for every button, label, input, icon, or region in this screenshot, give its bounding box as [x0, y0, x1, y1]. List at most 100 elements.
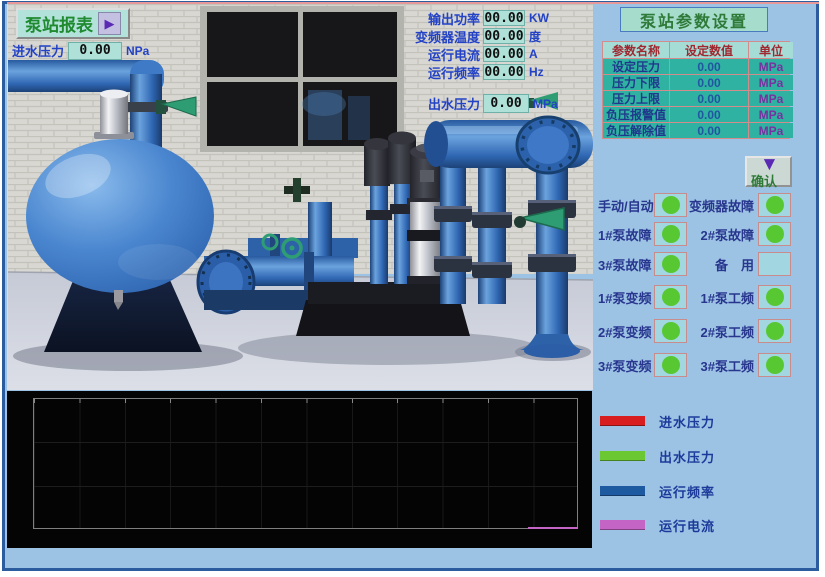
- param-value-negative-pressure-release[interactable]: 0.00: [670, 123, 748, 138]
- status-label-pump2-fault: 2#泵故障: [687, 225, 758, 244]
- status-indicator-pump3-vfd: [654, 353, 687, 377]
- status-label-vfd-fault: 变频器故障: [687, 196, 758, 215]
- status-label-pump1-mains: 1#泵工频: [687, 288, 758, 307]
- vfd-temperature-unit: 度: [529, 28, 541, 45]
- x-axis-ticks: [34, 399, 577, 403]
- telemetry-block: 输出功率 00.00 KW 变频器温度 00.00 度 运行电流 00.00 A…: [372, 9, 549, 81]
- status-indicator-pump2-vfd: [654, 319, 687, 343]
- status-lamp: [662, 196, 680, 214]
- param-name: 设定压力: [603, 59, 669, 74]
- running-frequency-label: 运行频率: [372, 63, 480, 82]
- param-value-pressure-high-limit[interactable]: 0.00: [670, 91, 748, 106]
- legend-swatch-outlet-pressure: [600, 451, 645, 461]
- confirm-button-label: 确认: [751, 171, 777, 190]
- status-label-pump1-vfd: 1#泵变频: [598, 288, 654, 307]
- column-header: 参数名称: [603, 42, 669, 58]
- column-header: 设定数值: [670, 42, 748, 58]
- status-indicator-pump2-fault: [758, 222, 791, 246]
- confirm-button[interactable]: ▼ 确认: [745, 156, 792, 187]
- inlet-pressure-readout: 进水压力 0.00 NPa: [12, 41, 149, 60]
- status-indicator-pump1-vfd: [654, 285, 687, 309]
- legend-label: 运行频率: [659, 482, 715, 501]
- param-value-negative-pressure-alarm[interactable]: 0.00: [670, 107, 748, 122]
- telemetry-row: 运行电流 00.00 A: [372, 45, 549, 63]
- legend-label: 进水压力: [659, 412, 715, 431]
- legend-item: 运行电流: [600, 518, 715, 532]
- output-power-value: 00.00: [483, 10, 525, 26]
- running-current-unit: A: [529, 47, 538, 61]
- outlet-pressure-unit: MPa: [533, 97, 558, 111]
- vfd-temperature-label: 变频器温度: [372, 27, 480, 46]
- telemetry-row: 变频器温度 00.00 度: [372, 27, 549, 45]
- inlet-pressure-label: 进水压力: [12, 41, 64, 60]
- play-icon[interactable]: ▶: [98, 12, 121, 35]
- status-lamp: [766, 322, 784, 340]
- status-lamp: [766, 225, 784, 243]
- status-indicator-pump3-mains: [758, 353, 791, 377]
- param-name: 压力上限: [603, 91, 669, 106]
- report-button[interactable]: 泵站报表 ▶: [16, 8, 130, 39]
- output-power-unit: KW: [529, 11, 549, 25]
- status-indicator-manual-auto: [654, 193, 687, 217]
- status-indicator-vfd-fault: [758, 193, 791, 217]
- status-indicator-pump1-fault: [654, 222, 687, 246]
- legend-label: 运行电流: [659, 516, 715, 535]
- gridline: [34, 442, 577, 443]
- legend-item: 进水压力: [600, 414, 715, 428]
- status-label-spare: 备 用: [687, 255, 758, 274]
- running-current-trace: [528, 527, 578, 529]
- outlet-pressure-value: 0.00: [483, 94, 529, 113]
- status-label-pump3-mains: 3#泵工频: [687, 356, 758, 375]
- parameter-table: 参数名称 设定数值 单位 设定压力 0.00 MPa 压力下限 0.00 MPa…: [602, 41, 790, 139]
- legend-item: 出水压力: [600, 449, 715, 463]
- param-name: 负压解除值: [603, 123, 669, 138]
- running-frequency-value: 00.00: [483, 64, 525, 80]
- status-lamp: [662, 255, 680, 273]
- status-indicator-pump3-fault: [654, 252, 687, 276]
- status-lamp: [662, 225, 680, 243]
- inlet-pressure-value: 0.00: [68, 42, 122, 60]
- param-unit: MPa: [749, 75, 793, 90]
- status-lamp: [662, 288, 680, 306]
- inlet-pressure-unit: NPa: [126, 44, 149, 58]
- param-name: 负压报警值: [603, 107, 669, 122]
- status-row: 1#泵故障 2#泵故障: [598, 221, 794, 247]
- param-unit: MPa: [749, 107, 793, 122]
- telemetry-row: 运行频率 00.00 Hz: [372, 63, 549, 81]
- param-value-pressure-low-limit[interactable]: 0.00: [670, 75, 748, 90]
- status-row: 2#泵变频 2#泵工频: [598, 318, 794, 344]
- column-header: 单位: [749, 42, 793, 58]
- legend-swatch-running-current: [600, 520, 645, 530]
- legend-swatch-running-frequency: [600, 486, 645, 496]
- status-row: 手动/自动 变频器故障: [598, 192, 794, 218]
- legend-label: 出水压力: [659, 447, 715, 466]
- outlet-pressure-readout: 出水压力 0.00 MPa: [396, 94, 558, 113]
- outlet-pressure-label: 出水压力: [396, 94, 480, 113]
- status-indicator-spare: [758, 252, 791, 276]
- status-indicator-pump1-mains: [758, 285, 791, 309]
- pump-station-hmi: 泵站报表 ▶ 进水压力 0.00 NPa 输出功率 00.00 KW 变频器温度…: [0, 0, 825, 577]
- param-value-set-pressure[interactable]: 0.00: [670, 59, 748, 74]
- param-name: 压力下限: [603, 75, 669, 90]
- status-lamp: [766, 196, 784, 214]
- report-button-label: 泵站报表: [25, 11, 93, 36]
- settings-panel-title: 泵站参数设置: [620, 7, 768, 32]
- status-label-pump3-vfd: 3#泵变频: [598, 356, 654, 375]
- param-unit: MPa: [749, 123, 793, 138]
- status-lamp: [662, 322, 680, 340]
- gridline: [34, 486, 577, 487]
- status-label-pump3-fault: 3#泵故障: [598, 255, 654, 274]
- param-unit: MPa: [749, 59, 793, 74]
- status-lamp: [766, 288, 784, 306]
- status-lamp: [766, 356, 784, 374]
- status-row: 3#泵故障 备 用: [598, 251, 794, 277]
- trend-plot-area: [33, 398, 578, 529]
- running-current-value: 00.00: [483, 46, 525, 62]
- trend-chart: [7, 391, 592, 548]
- vfd-temperature-value: 00.00: [483, 28, 525, 44]
- status-label-pump2-mains: 2#泵工频: [687, 322, 758, 341]
- legend-item: 运行频率: [600, 484, 715, 498]
- status-indicator-pump2-mains: [758, 319, 791, 343]
- running-current-label: 运行电流: [372, 45, 480, 64]
- output-power-label: 输出功率: [372, 9, 480, 28]
